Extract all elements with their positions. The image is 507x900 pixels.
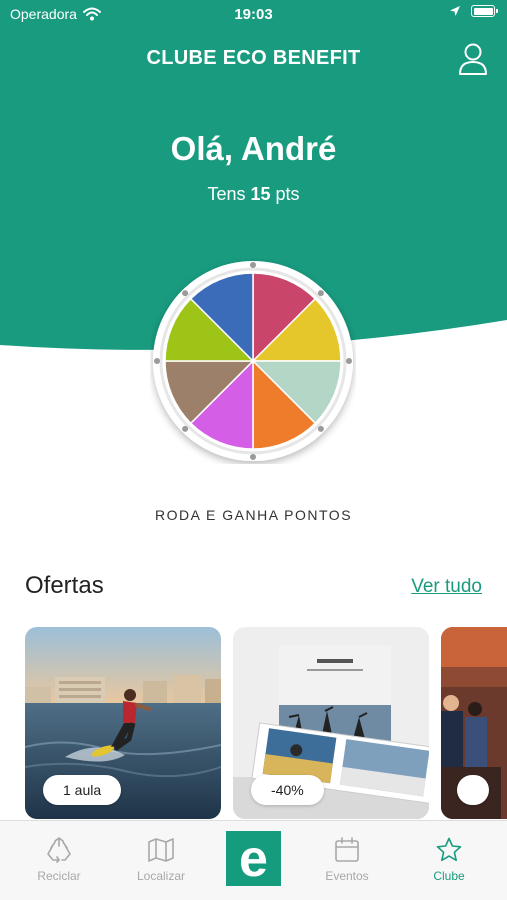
location-arrow-icon <box>450 6 460 16</box>
greeting: Olá, André <box>170 130 337 167</box>
status-bar: Operadora 19:03 <box>0 0 507 28</box>
tab-reciclar[interactable]: Reciclar <box>14 821 104 900</box>
points-value: 15 <box>250 184 271 204</box>
battery-icon <box>471 5 498 17</box>
wheel-peg <box>250 454 256 460</box>
app-title: CLUBE ECO BENEFIT <box>146 47 361 69</box>
offers-carousel[interactable]: 1 aula -40% <box>25 627 507 819</box>
offer-card-wakeboard[interactable]: 1 aula <box>25 627 221 819</box>
offer-card-event[interactable] <box>441 627 507 819</box>
recycle-icon <box>47 837 71 863</box>
tab-label: Reciclar <box>37 869 81 883</box>
eco-logo-icon: e <box>239 831 268 886</box>
points-summary: Tens 15 pts <box>0 184 507 205</box>
map-icon <box>148 838 174 862</box>
profile-button[interactable] <box>457 42 489 76</box>
wheel-peg <box>346 358 352 364</box>
star-icon <box>436 837 462 862</box>
points-suffix: pts <box>275 184 300 204</box>
offer-badge: -40% <box>251 775 324 805</box>
wheel-peg <box>317 290 324 297</box>
eco-logo-letter: e <box>239 831 268 886</box>
user-icon <box>459 43 487 75</box>
offer-badge: 1 aula <box>43 775 122 805</box>
tab-clube[interactable]: Clube <box>404 821 494 900</box>
wheel-peg <box>154 358 160 364</box>
tab-label: Clube <box>433 869 465 883</box>
tab-localizar[interactable]: Localizar <box>116 821 206 900</box>
points-prefix: Tens <box>207 184 246 204</box>
offer-card-photobook[interactable]: -40% <box>233 627 429 819</box>
wheel-peg <box>182 425 189 432</box>
tab-eventos[interactable]: Eventos <box>302 821 392 900</box>
status-time: 19:03 <box>234 6 273 23</box>
tab-label: Localizar <box>136 869 186 883</box>
wheel-caption: RODA E GANHA PONTOS <box>154 507 353 523</box>
see-all-link[interactable]: Ver tudo <box>411 576 482 598</box>
offers-heading: Ofertas <box>25 572 104 599</box>
offer-badge <box>457 775 489 805</box>
calendar-icon <box>335 837 359 862</box>
eco-logo-button[interactable]: e <box>226 831 281 886</box>
wheel-peg <box>250 262 256 268</box>
tab-label: Eventos <box>325 869 369 883</box>
tab-bar: Reciclar Localizar e Eventos Clube <box>0 820 507 900</box>
wheel-peg <box>317 425 324 432</box>
spin-wheel[interactable] <box>150 258 356 464</box>
wheel-peg <box>182 290 189 297</box>
